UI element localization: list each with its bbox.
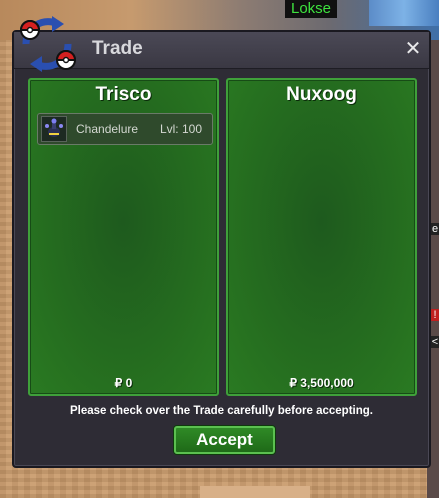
trade-window: Trade ✕ Trisco Chandelure Lvl: 100 ₽ 0 N… [12,30,431,468]
trade-notice: Please check over the Trade carefully be… [70,405,373,417]
chandelure-sprite-icon [41,116,67,142]
trade-item[interactable]: Chandelure Lvl: 100 [37,113,213,145]
money-offer: ₽ 0 [114,376,133,390]
side-fragment: e [431,223,439,235]
accept-button[interactable]: Accept [174,426,275,454]
close-icon[interactable]: ✕ [403,38,423,58]
trader-name: Nuxoog [286,84,357,105]
trade-panel-self[interactable]: Trisco Chandelure Lvl: 100 ₽ 0 [28,78,219,396]
scene-path [200,486,310,498]
side-fragment: ! [431,309,439,321]
item-name: Chandelure [76,122,139,136]
side-fragment: < [431,336,439,348]
trader-name: Trisco [95,84,152,105]
player-name-tag: Lokse [285,0,338,18]
scene-water [369,0,439,26]
item-level: Lvl: 100 [159,122,202,136]
window-title: Trade [92,38,143,59]
trade-panel-partner: Nuxoog ₽ 3,500,000 [226,78,417,396]
money-offer: ₽ 3,500,000 [289,376,354,390]
trade-swap-icon [19,16,77,72]
